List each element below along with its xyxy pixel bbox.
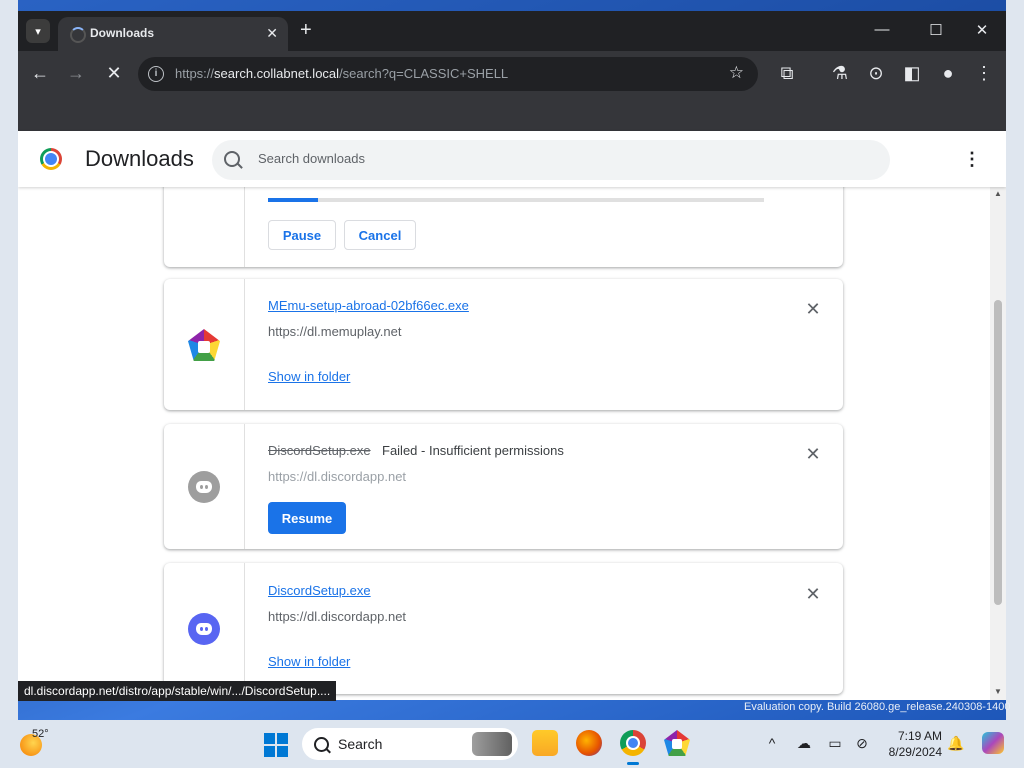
file-explorer-icon[interactable] [532,730,558,756]
clock-date: 8/29/2024 [888,745,942,759]
download-source-url: https://dl.discordapp.net [268,469,407,484]
scroll-down-arrow-icon[interactable]: ▼ [994,687,1002,696]
download-filename-link[interactable]: DiscordSetup.exe [268,583,371,598]
url-scheme: https:// [175,66,215,81]
download-source-url: https://dl.discordapp.net [268,609,407,624]
scroll-up-arrow-icon[interactable]: ▲ [994,189,1002,198]
weather-temperature: 52° [32,728,49,740]
system-clock[interactable]: 7:19 AM 8/29/2024 [880,728,942,760]
site-info-icon[interactable]: i [148,66,164,82]
memu-taskbar-icon[interactable] [664,730,690,756]
page-header: Downloads ⋮ [18,131,1006,187]
discord-app-icon [188,613,220,645]
taskbar-search-label: Search [338,736,383,752]
show-hidden-icons-chevron-icon[interactable]: ^ [763,735,781,751]
page-scrollbar[interactable]: ▲ ▼ [990,187,1006,700]
download-status-text: Failed - Insufficient permissions [382,443,564,458]
side-panel-icon[interactable]: ◧ [900,63,924,83]
download-source-url: https://dl.memuplay.net [268,324,402,339]
taskbar-search-box[interactable]: Search [302,728,518,760]
link-status-tooltip: dl.discordapp.net/distro/app/stable/win/… [18,681,337,701]
copilot-icon[interactable] [982,732,1004,754]
download-progress-bar [268,198,764,202]
start-menu-button[interactable] [264,733,288,757]
card-body: MEmu-setup-abroad-02bf66ec.exe https://d… [268,279,843,410]
taskbar: 52° Search ^ ☁ ▭ ⊘ 7:19 AM 8/29/2024 🔔 [0,720,1024,768]
minimize-button[interactable]: — [872,21,892,38]
card-icon-column [164,424,245,549]
back-button[interactable]: ← [28,63,52,83]
card-body: Pause Cancel [268,187,843,267]
tab-downloads[interactable]: Downloads ✕ [58,17,288,51]
download-card-discord: DiscordSetup.exe https://dl.discordapp.n… [164,563,843,694]
notification-bell-icon[interactable]: 🔔 [947,735,965,752]
card-icon-column [164,279,245,410]
progress-fill [268,198,318,202]
url-host: search.collabnet.local [214,66,340,81]
download-card-discord-failed: DiscordSetup.exe Failed - Insufficient p… [164,424,843,549]
search-icon [224,151,240,167]
network-volume-icon[interactable]: ⊘ [853,735,871,752]
maximize-button[interactable]: ☐ [926,21,946,39]
discord-app-icon [188,471,220,503]
search-input[interactable] [256,150,860,167]
card-body: DiscordSetup.exe Failed - Insufficient p… [268,424,843,549]
memu-app-icon [188,329,220,361]
extensions-icon[interactable]: ⧉ [775,63,799,83]
labs-flask-icon[interactable]: ⚗ [828,63,852,83]
profile-avatar-icon[interactable]: ● [936,63,960,83]
cancel-button[interactable]: Cancel [344,220,416,250]
clock-time: 7:19 AM [897,729,942,743]
close-window-button[interactable]: ✕ [972,21,992,39]
download-filename-struck: DiscordSetup.exe [268,443,371,458]
card-icon-column [164,563,245,694]
download-card-memu: MEmu-setup-abroad-02bf66ec.exe https://d… [164,279,843,410]
tab-close-icon[interactable]: ✕ [266,25,278,42]
more-actions-icon[interactable]: ⋮ [962,149,982,169]
scrollbar-thumb[interactable] [994,300,1002,605]
display-icon[interactable]: ▭ [826,735,844,752]
browser-toolbar: ← → ✕ i https://search.collabnet.local/s… [18,51,1006,97]
remove-from-list-icon[interactable]: ✕ [805,300,821,318]
address-bar[interactable]: i https://search.collabnet.local/search?… [138,57,758,91]
desktop-left-strip [0,0,18,720]
downloads-toolbar-icon[interactable]: ⊙ [864,63,888,83]
firefox-icon[interactable] [576,730,602,756]
tab-title: Downloads [90,26,155,40]
onedrive-offline-icon[interactable]: ☁ [795,735,813,752]
pause-button[interactable]: Pause [268,220,336,250]
desktop-right-strip [1006,0,1024,720]
loading-spinner-icon [70,27,86,43]
resume-button[interactable]: Resume [268,502,346,534]
browser-window: ▾ Downloads ✕ + — ☐ ✕ ← → ✕ i https://se… [18,11,1006,700]
page-title: Downloads [85,146,194,171]
show-in-folder-link[interactable]: Show in folder [268,369,350,384]
chrome-logo-icon [40,148,62,170]
remove-from-list-icon[interactable]: ✕ [805,585,821,603]
show-in-folder-link[interactable]: Show in folder [268,654,350,669]
chrome-taskbar-icon[interactable] [620,730,646,765]
card-body: DiscordSetup.exe https://dl.discordapp.n… [268,563,843,694]
downloads-list: Pause Cancel MEmu-setup-abroad-02bf66ec.… [18,187,990,700]
url-path: /search?q=CLASSIC+SHELL [339,66,509,81]
toolbar-spacer [18,97,1006,131]
forward-button[interactable]: → [64,63,88,83]
browser-menu-icon[interactable]: ⋮ [972,63,996,83]
search-highlight-image [472,732,512,756]
bookmark-star-icon[interactable]: ☆ [729,63,744,83]
title-bar: ▾ Downloads ✕ + — ☐ ✕ [18,11,1006,51]
evaluation-watermark: Evaluation copy. Build 26080.ge_release.… [744,701,1011,713]
download-card-in-progress: Pause Cancel [164,187,843,267]
download-filename-link[interactable]: MEmu-setup-abroad-02bf66ec.exe [268,298,469,313]
tab-search-dropdown-button[interactable]: ▾ [26,19,50,43]
card-icon-column [164,187,245,267]
new-tab-button[interactable]: + [300,19,312,41]
search-downloads-box[interactable] [212,140,890,180]
downloads-page: Downloads ⋮ Pause Cancel [18,131,1006,700]
search-icon [314,737,329,752]
stop-loading-button[interactable]: ✕ [102,63,126,83]
remove-from-list-icon[interactable]: ✕ [805,445,821,463]
address-url[interactable]: https://search.collabnet.local/search?q=… [175,66,508,81]
